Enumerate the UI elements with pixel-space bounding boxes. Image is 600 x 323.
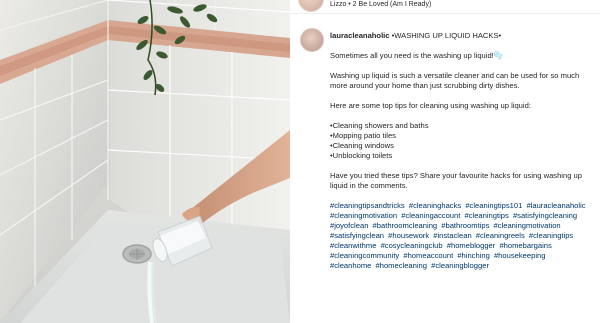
hashtag-link[interactable]: #instaclean [433,231,471,240]
hashtag-link[interactable]: #bathroomtips [441,221,489,230]
author-username[interactable]: lauracleanaholic [330,31,390,40]
hashtag-link[interactable]: #cleaningtips [529,231,573,240]
hashtag-link[interactable]: #bathroomcleaning [373,221,438,230]
hashtag-list: #cleaningtipsandtricks #cleaninghacks #c… [330,201,592,271]
caption-paragraph: Washing up liquid is such a versatile cl… [330,71,580,90]
list-item: •Unblocking toilets [330,151,393,160]
hashtag-link[interactable]: #cleaningmotivation [494,221,561,230]
hashtag-link[interactable]: #homeblogger [447,241,496,250]
hashtag-link[interactable]: #cleaningtipsandtricks [330,201,405,210]
caption-intro: Sometimes all you need is the washing up… [330,51,504,60]
post-details-pane: Lizzo • 2 Be Loved (Am I Ready) lauracle… [290,0,600,323]
hashtag-link[interactable]: #cleaningblogger [431,261,489,270]
author-avatar[interactable] [300,28,324,52]
audio-track-link[interactable]: Lizzo • 2 Be Loved (Am I Ready) [330,1,431,8]
hashtag-link[interactable]: #homecleaning [376,261,428,270]
hashtag-link[interactable]: #satisfyingclean [330,231,384,240]
list-item: •Cleaning showers and baths [330,121,429,130]
shower-scene-image [0,0,290,323]
hashtag-link[interactable]: #housework [388,231,429,240]
hashtag-link[interactable]: #lauracleanaholic [526,201,585,210]
caption-tips-intro: Here are some top tips for cleaning usin… [330,101,531,110]
hashtag-link[interactable]: #cleaningtips [464,211,508,220]
hashtag-link[interactable]: #cleaningreels [476,231,525,240]
hashtag-link[interactable]: #cleaningaccount [401,211,460,220]
caption-headline: •WASHING UP LIQUID HACKS• [389,31,502,40]
list-item: •Mopping patio tiles [330,131,396,140]
hashtag-link[interactable]: #joyofclean [330,221,368,230]
hashtag-link[interactable]: #homeaccount [403,251,453,260]
hashtag-link[interactable]: #cleaningcommunity [330,251,399,260]
audio-account-avatar[interactable] [298,0,324,12]
hashtag-link[interactable]: #cosycleaningclub [381,241,443,250]
hashtag-link[interactable]: #cleaningmotivation [330,211,397,220]
hashtag-link[interactable]: #cleaningtips101 [465,201,522,210]
hashtag-link[interactable]: #hinching [457,251,490,260]
audio-bar: Lizzo • 2 Be Loved (Am I Ready) [290,0,600,14]
caption-question: Have you tried these tips? Share your fa… [330,171,582,190]
caption-tips-list: •Cleaning showers and baths •Mopping pat… [330,121,592,161]
hashtag-link[interactable]: #cleanhome [330,261,371,270]
hashtag-link[interactable]: #housekeeping [494,251,546,260]
post-media-video[interactable] [0,0,290,323]
hashtag-link[interactable]: #cleanwithme [330,241,376,250]
hashtag-link[interactable]: #satisfyingcleaning [513,211,577,220]
hashtag-link[interactable]: #cleaninghacks [409,201,461,210]
caption-text: lauracleanaholic •WASHING UP LIQUID HACK… [330,31,592,271]
list-item: •Cleaning windows [330,141,394,150]
hashtag-link[interactable]: #homebargains [499,241,551,250]
